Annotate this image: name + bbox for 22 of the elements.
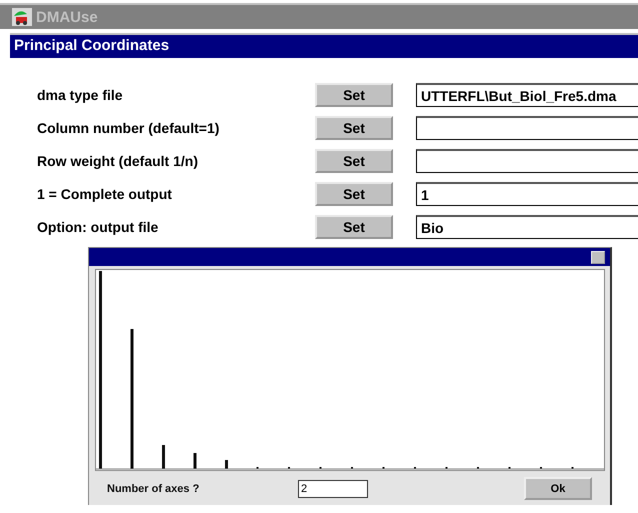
parameter-field[interactable] bbox=[416, 116, 638, 140]
parameter-field[interactable]: Bio bbox=[416, 215, 638, 239]
set-button[interactable]: Set bbox=[315, 182, 393, 206]
close-button[interactable] bbox=[591, 250, 605, 264]
set-button[interactable]: Set bbox=[315, 83, 393, 107]
parameter-label: 1 = Complete output bbox=[37, 186, 173, 202]
parameter-field[interactable]: 1 bbox=[416, 182, 638, 206]
panel-title: Principal Coordinates bbox=[10, 33, 638, 58]
ok-button[interactable]: Ok bbox=[524, 477, 592, 500]
axes-input-field[interactable]: 2 bbox=[298, 480, 368, 498]
parameter-label: Row weight (default 1/n) bbox=[37, 153, 199, 169]
parameter-label: Option: output file bbox=[37, 219, 160, 235]
parameter-label: dma type file bbox=[37, 87, 124, 103]
parameter-field[interactable] bbox=[416, 149, 638, 173]
app-icon bbox=[12, 8, 32, 26]
set-button[interactable]: Set bbox=[315, 149, 393, 173]
window-title: DMAUse bbox=[36, 8, 98, 26]
parameter-label: Column number (default=1) bbox=[37, 120, 220, 136]
set-button[interactable]: Set bbox=[315, 215, 393, 239]
axes-prompt: Number of axes ? bbox=[107, 482, 200, 494]
set-button[interactable]: Set bbox=[315, 116, 393, 140]
parameter-field[interactable]: UTTERFL\But_Biol_Fre5.dma bbox=[416, 83, 638, 107]
